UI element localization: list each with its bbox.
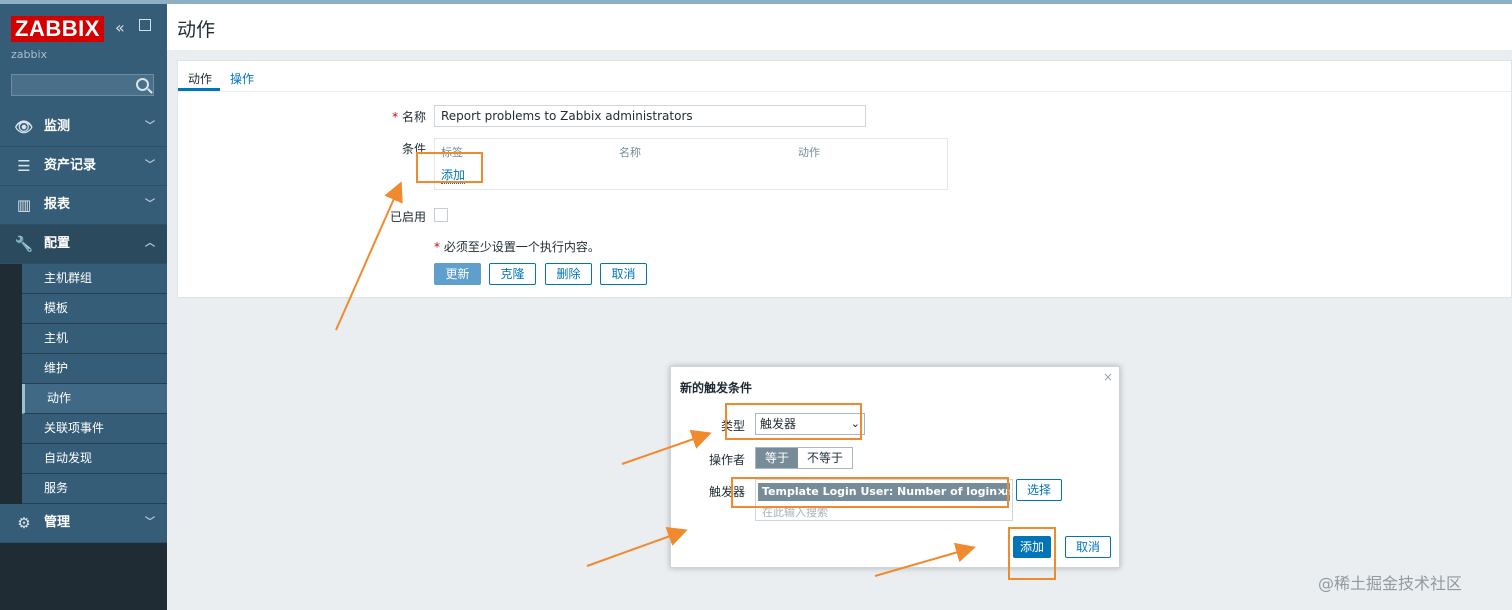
sidebar-search[interactable] xyxy=(11,74,154,96)
operator-label: 操作者 xyxy=(708,453,745,467)
nav-inventory[interactable]: ☰ 资产记录 ﹀ xyxy=(0,147,167,186)
operator-equals[interactable]: 等于 xyxy=(756,448,799,468)
conditions-table: 标签 名称 动作 添加 xyxy=(434,138,948,190)
server-name: zabbix xyxy=(11,48,48,61)
watermark: @稀土掘金技术社区 xyxy=(1318,574,1463,593)
sub-discovery[interactable]: 自动发现 xyxy=(22,444,167,474)
name-field[interactable]: Report problems to Zabbix administrators xyxy=(434,105,866,127)
required-note: * 必须至少设置一个执行内容。 xyxy=(434,240,600,254)
search-icon[interactable] xyxy=(136,78,149,91)
nav-label: 管理 xyxy=(44,515,71,530)
list-icon: ☰ xyxy=(17,157,31,175)
clone-button[interactable]: 克隆 xyxy=(489,263,536,285)
enabled-checkbox[interactable] xyxy=(434,208,448,222)
tab-operations[interactable]: 操作 xyxy=(230,70,254,87)
sub-maintenance[interactable]: 维护 xyxy=(22,354,167,384)
main-nav: 👁 监测 ﹀ ☰ 资产记录 ﹀ ▥ 报表 ﹀ 🔧 配置 ︿ 主机群组 模板 主机… xyxy=(0,108,167,543)
cancel-button[interactable]: 取消 xyxy=(600,263,647,285)
select-trigger-button[interactable]: 选择 xyxy=(1016,479,1062,501)
annotation-box xyxy=(731,477,1009,508)
sub-templates[interactable]: 模板 xyxy=(22,294,167,324)
search-input[interactable] xyxy=(12,75,138,95)
name-label: * 名称 xyxy=(392,110,426,124)
chevron-down-icon: ﹀ xyxy=(145,160,155,171)
sub-hosts[interactable]: 主机 xyxy=(22,324,167,354)
double-chevron-left-icon[interactable]: « xyxy=(115,18,125,37)
chevron-down-icon: ﹀ xyxy=(145,199,155,210)
action-form-card: 动作 操作 * 名称 Report problems to Zabbix adm… xyxy=(177,60,1512,298)
wrench-icon: 🔧 xyxy=(14,235,34,253)
nav-label: 配置 xyxy=(44,236,71,251)
annotation-box xyxy=(1008,527,1056,580)
nav-label: 资产记录 xyxy=(44,158,97,173)
operator-not-equals[interactable]: 不等于 xyxy=(798,448,852,468)
cond-header-name: 名称 xyxy=(619,146,641,159)
gear-icon: ⚙ xyxy=(17,514,31,532)
annotation-box xyxy=(725,403,862,440)
enabled-label: 已启用 xyxy=(389,210,426,224)
zabbix-logo[interactable]: ZABBIX xyxy=(11,16,104,42)
chevron-down-icon: ﹀ xyxy=(145,517,155,528)
config-submenu: 主机群组 模板 主机 维护 动作 关联项事件 自动发现 服务 xyxy=(0,264,167,504)
page-title: 动作 xyxy=(177,19,216,41)
nav-configuration[interactable]: 🔧 配置 ︿ xyxy=(0,225,167,264)
annotation-box xyxy=(416,152,483,183)
dialog-cancel-button[interactable]: 取消 xyxy=(1065,536,1111,558)
delete-button[interactable]: 删除 xyxy=(545,263,592,285)
sub-actions[interactable]: 动作 xyxy=(22,384,167,414)
update-button[interactable]: 更新 xyxy=(434,263,481,285)
eye-icon: 👁 xyxy=(14,118,34,136)
nav-administration[interactable]: ⚙ 管理 ﹀ xyxy=(0,504,167,543)
cond-header-action: 动作 xyxy=(798,146,820,159)
dialog-title: 新的触发条件 xyxy=(680,381,753,395)
page-header xyxy=(167,4,1512,50)
sidebar: ZABBIX « zabbix 👁 监测 ﹀ ☰ 资产记录 ﹀ ▥ 报表 ﹀ 🔧… xyxy=(0,4,167,610)
chevron-up-icon: ︿ xyxy=(145,238,155,249)
nav-label: 监测 xyxy=(44,119,71,134)
sub-services[interactable]: 服务 xyxy=(22,474,167,504)
nav-monitoring[interactable]: 👁 监测 ﹀ xyxy=(0,108,167,147)
sub-host-groups[interactable]: 主机群组 xyxy=(22,264,167,294)
sub-event-correlation[interactable]: 关联项事件 xyxy=(22,414,167,444)
close-icon[interactable]: × xyxy=(1103,370,1113,384)
nav-reports[interactable]: ▥ 报表 ﹀ xyxy=(0,186,167,225)
tab-action[interactable]: 动作 xyxy=(188,70,212,87)
nav-label: 报表 xyxy=(44,197,71,212)
operator-toggle: 等于 不等于 xyxy=(755,447,854,469)
form-tabs: 动作 操作 xyxy=(178,61,1511,92)
expand-icon[interactable] xyxy=(139,19,151,31)
chevron-down-icon: ﹀ xyxy=(145,121,155,132)
bar-chart-icon: ▥ xyxy=(16,196,32,214)
active-tab-indicator xyxy=(178,88,220,91)
sidebar-header: ZABBIX « zabbix xyxy=(0,4,167,122)
